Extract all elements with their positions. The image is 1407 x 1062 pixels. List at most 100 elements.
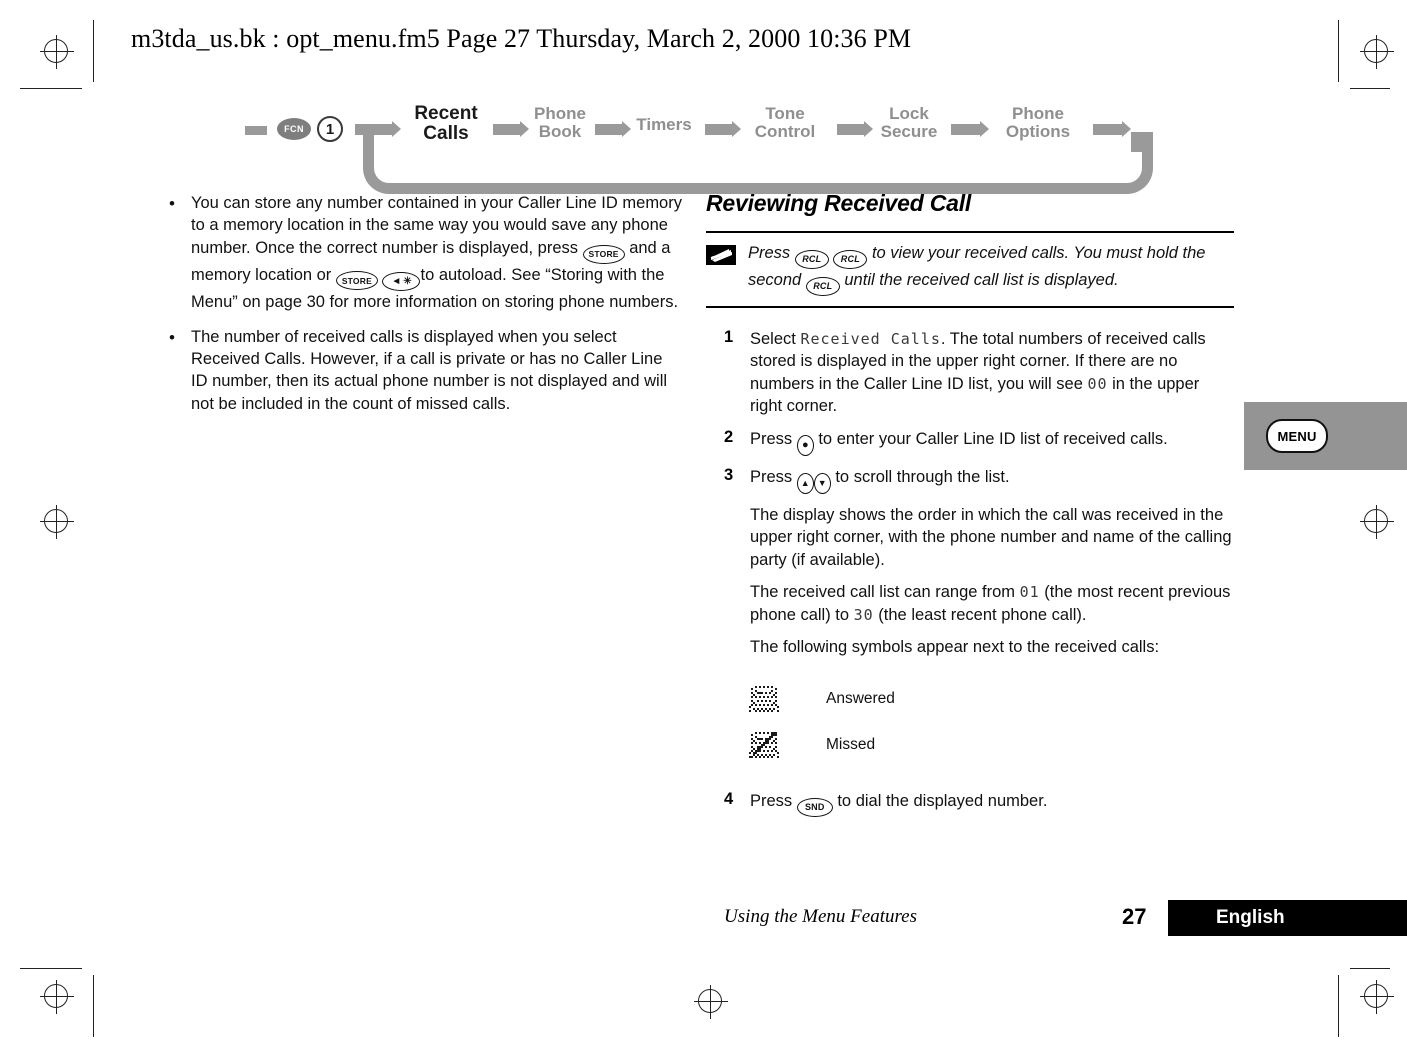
step-3-text: Press ▲ ▼ to scroll through the list. bbox=[750, 466, 1234, 494]
footer-chapter-title: Using the Menu Features bbox=[724, 906, 917, 927]
document-header: m3tda_us.bk : opt_menu.fm5 Page 27 Thurs… bbox=[131, 24, 912, 53]
list-item: Answered bbox=[706, 676, 1234, 722]
step-2-number: 2 bbox=[724, 427, 734, 446]
snd-key-icon[interactable]: SND bbox=[796, 798, 833, 818]
page-title: Reviewing Received Call bbox=[706, 190, 972, 216]
footer-language-label: English bbox=[1216, 907, 1285, 928]
scroll-down-key-glyph: ▼ bbox=[817, 477, 827, 488]
step-3-number: 3 bbox=[724, 465, 734, 484]
star-key-asterisk: ✳ bbox=[403, 275, 412, 287]
procedure-steps: 1 Select Received Calls. The total numbe… bbox=[706, 328, 1234, 494]
snd-key-label: SND bbox=[804, 802, 825, 813]
select-key-icon[interactable]: ● bbox=[796, 434, 814, 456]
scroll-up-key-glyph: ▲ bbox=[800, 477, 810, 488]
step-4: 4 Press SND to dial the displayed number… bbox=[706, 790, 1234, 818]
left-text-column: • You can store any number contained in … bbox=[163, 192, 683, 427]
store-key-icon[interactable]: STORE bbox=[582, 244, 625, 264]
step-1-text: Select Received Calls. The total numbers… bbox=[750, 328, 1234, 418]
note-part3: until the received call list is displaye… bbox=[839, 271, 1119, 289]
symbol-label-missed: Missed bbox=[826, 736, 876, 754]
menu-button[interactable]: MENU bbox=[1266, 419, 1328, 453]
phone-missed-icon bbox=[706, 730, 826, 760]
rcl-key-icon[interactable]: RCL bbox=[794, 250, 829, 269]
step-3: 3 Press ▲ ▼ to scroll through the list. bbox=[706, 466, 1234, 494]
menu-side-tab[interactable]: MENU bbox=[1244, 402, 1407, 470]
breadcrumb-start-stub bbox=[245, 126, 267, 135]
crop-line-right-vertical bbox=[1338, 20, 1339, 82]
range-part3: (the least recent phone call). bbox=[873, 605, 1087, 624]
step-4-text: Press SND to dial the displayed number. bbox=[750, 790, 1234, 818]
symbol-label-answered: Answered bbox=[826, 690, 895, 708]
crop-line-bottom-right-horizontal bbox=[1350, 968, 1390, 969]
select-key-glyph: ● bbox=[801, 438, 809, 451]
store-key-icon-2[interactable]: STORE bbox=[335, 271, 378, 291]
rcl-key-label-2: RCL bbox=[840, 254, 860, 264]
symbols-legend: Answered Missed bbox=[706, 676, 1234, 768]
right-text-column: Reviewing Received Call Press RCL RCL to… bbox=[706, 190, 1234, 827]
list-item: Missed bbox=[706, 722, 1234, 768]
store-key-label-2: STORE bbox=[341, 275, 372, 286]
step-4-part2: to dial the displayed number. bbox=[832, 792, 1048, 811]
star-left-key-icon[interactable]: ◄ ✳ bbox=[382, 272, 421, 292]
rcl-key-label-3: RCL bbox=[813, 281, 833, 291]
registration-mark-mid-left bbox=[40, 505, 74, 539]
lightning-bolt-icon bbox=[706, 245, 736, 265]
footer-language-bar: English bbox=[1168, 900, 1407, 936]
call-range-paragraph: The received call list can range from 01… bbox=[750, 581, 1234, 626]
bullet-dot-icon: • bbox=[169, 194, 175, 213]
number-one-key-icon[interactable]: 1 bbox=[317, 116, 343, 142]
registration-mark-bottom-left bbox=[40, 980, 74, 1014]
step-1-number: 1 bbox=[724, 328, 734, 346]
phone-answered-icon bbox=[706, 684, 826, 714]
registration-mark-bottom-right bbox=[1360, 980, 1394, 1014]
scroll-up-key-icon[interactable]: ▲ bbox=[796, 472, 814, 494]
registration-mark-bottom-center bbox=[694, 985, 728, 1019]
step-1-part1: Select bbox=[750, 330, 801, 348]
step-4-part1: Press bbox=[750, 792, 797, 811]
crop-line-bottom-left-horizontal bbox=[20, 968, 82, 969]
step-2-part1: Press bbox=[750, 429, 797, 448]
registration-mark-top-left bbox=[40, 35, 74, 69]
menu-button-label: MENU bbox=[1277, 428, 1317, 444]
display-order-paragraph: The display shows the order in which the… bbox=[750, 505, 1232, 569]
registration-mark-mid-right bbox=[1360, 505, 1394, 539]
step-3-part1: Press bbox=[750, 467, 797, 486]
number-one-key-label: 1 bbox=[325, 120, 335, 138]
range-part1: The received call list can range from bbox=[750, 583, 1020, 602]
lcd-zero-zero: 00 bbox=[1087, 374, 1108, 393]
crop-line-top-left-horizontal bbox=[20, 88, 82, 89]
notes-bullet-list: • You can store any number contained in … bbox=[163, 192, 683, 415]
rcl-key-icon-3[interactable]: RCL bbox=[805, 277, 840, 296]
registration-mark-top-right bbox=[1360, 35, 1394, 69]
star-key-arrow: ◄ bbox=[391, 275, 402, 287]
step-2-text: Press ● to enter your Caller Line ID lis… bbox=[750, 428, 1234, 456]
crop-line-bottom-left-vertical bbox=[93, 975, 94, 1037]
breadcrumb-bracket-corner bbox=[1131, 132, 1142, 152]
lcd-zero-one: 01 bbox=[1019, 583, 1040, 602]
step-1: 1 Select Received Calls. The total numbe… bbox=[706, 328, 1234, 418]
bullet-2-text: The number of received calls is displaye… bbox=[191, 327, 668, 413]
step-4-number: 4 bbox=[724, 790, 734, 809]
lcd-received-calls: Received Calls bbox=[800, 330, 941, 348]
rcl-key-label: RCL bbox=[802, 254, 822, 264]
breadcrumb-bracket bbox=[363, 132, 1153, 194]
list-item: • The number of received calls is displa… bbox=[163, 326, 683, 416]
rcl-key-icon-2[interactable]: RCL bbox=[833, 250, 868, 269]
fcn-key-icon[interactable]: FCN bbox=[277, 118, 311, 140]
note-text: Press RCL RCL to view your received call… bbox=[748, 242, 1234, 296]
step-3-part2: to scroll through the list. bbox=[830, 467, 1010, 486]
lcd-thirty: 30 bbox=[853, 605, 874, 624]
crop-line-top-right-horizontal bbox=[1350, 88, 1390, 89]
store-key-label: STORE bbox=[588, 248, 619, 259]
crop-line-bottom-right-vertical bbox=[1338, 975, 1339, 1037]
list-item: • You can store any number contained in … bbox=[163, 192, 683, 314]
footer-page-number: 27 bbox=[1122, 904, 1147, 929]
bullet-dot-icon: • bbox=[169, 327, 175, 347]
note-callout: Press RCL RCL to view your received call… bbox=[706, 231, 1234, 308]
scroll-down-key-icon[interactable]: ▼ bbox=[813, 472, 831, 494]
crop-line-left-vertical bbox=[93, 20, 94, 82]
page-footer: Using the Menu Features 27 English bbox=[0, 900, 1407, 942]
note-part1: Press bbox=[748, 244, 795, 262]
step-2: 2 Press ● to enter your Caller Line ID l… bbox=[706, 428, 1234, 456]
fcn-key-label: FCN bbox=[284, 124, 304, 134]
